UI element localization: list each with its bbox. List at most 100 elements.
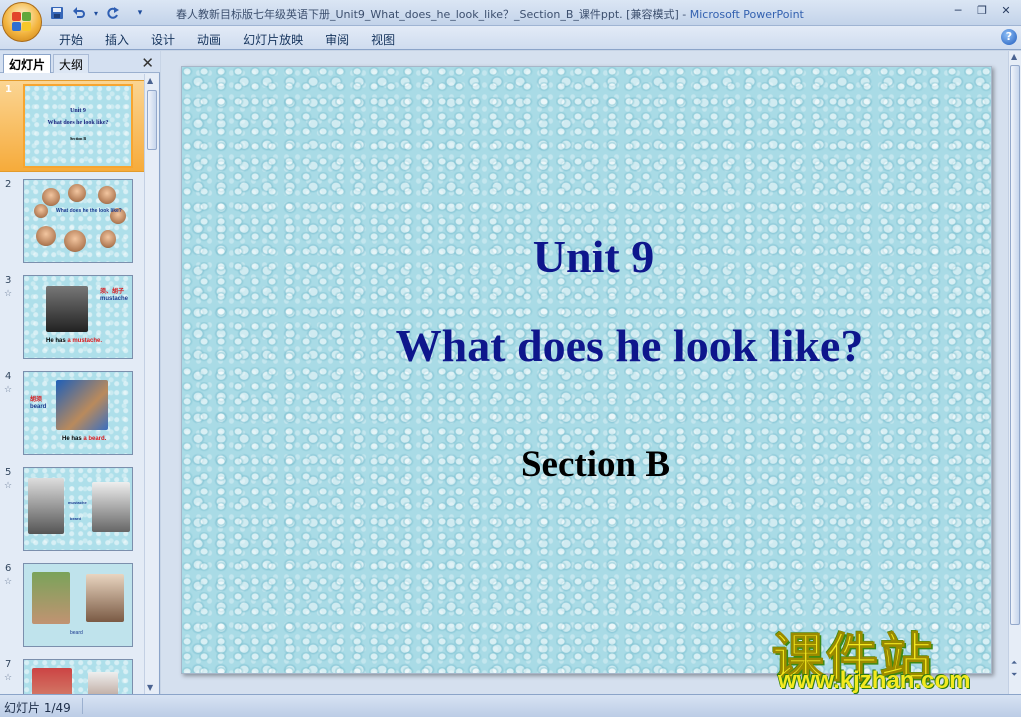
document-name: 春人教新目标版七年级英语下册_Unit9_What_does_he_look_l…: [176, 8, 679, 21]
photo: [28, 478, 64, 534]
status-bar: 幻灯片 1/49: [0, 694, 1021, 717]
photo: [92, 482, 130, 532]
close-icon[interactable]: ✕: [995, 4, 1017, 20]
thumb-label-a: mustache: [68, 500, 87, 505]
ribbon-tab-strip: 开始 插入 设计 动画 幻灯片放映 审阅 视图: [48, 30, 406, 49]
slide-canvas[interactable]: Unit 9 What does he look like? Section B: [181, 66, 992, 674]
animation-star-icon: ☆: [4, 289, 13, 299]
slide-thumbnail-list: 1 Unit 9 What does he look like? Section…: [0, 74, 144, 694]
window-title: 春人教新目标版七年级英语下册_Unit9_What_does_he_look_l…: [176, 6, 804, 22]
restore-icon[interactable]: ❐: [971, 4, 993, 20]
office-button[interactable]: [2, 2, 42, 42]
thumb-label-cn: 须、胡子: [100, 289, 125, 295]
redo-icon[interactable]: [104, 5, 122, 22]
slide-thumbnail-1[interactable]: 1 Unit 9 What does he look like? Section…: [0, 80, 144, 172]
editor-scrollbar[interactable]: ▲ ⏶ ⏷: [1008, 51, 1021, 694]
thumb-question: What does he look like?: [47, 120, 109, 126]
slide-thumbnail-5[interactable]: 5 ☆ mustache beard: [0, 464, 144, 556]
thumb-label-b: beard: [70, 516, 81, 521]
tab-insert[interactable]: 插入: [94, 30, 140, 49]
slide-title[interactable]: Unit 9: [182, 230, 991, 283]
thumb-label-en: mustache: [100, 296, 129, 302]
office-logo-icon: [12, 12, 32, 32]
face-photo: [42, 188, 60, 206]
thumb-label-en: beard: [30, 404, 47, 410]
photo: [86, 574, 124, 622]
thumbnail-image: beard: [23, 563, 133, 647]
tab-outline[interactable]: 大纲: [53, 54, 90, 73]
watermark-url: www.kjzhan.com: [778, 667, 971, 694]
slide-thumbnail-3[interactable]: 3 ☆ 须、胡子 mustache He has a mustache.: [0, 272, 144, 364]
thumb-caption: He has a mustache.: [46, 338, 102, 344]
photo: [46, 286, 88, 332]
thumb-caption: beard: [70, 630, 83, 636]
face-photo: [98, 186, 116, 204]
tab-animations[interactable]: 动画: [186, 30, 232, 49]
thumbnail-image: 须、胡子 mustache He has a mustache.: [23, 275, 133, 359]
thumb-label-cn: 胡须: [30, 397, 43, 403]
tab-home[interactable]: 开始: [48, 30, 94, 49]
slide-editor: Unit 9 What does he look like? Section B: [161, 51, 1008, 694]
scroll-up-icon[interactable]: ▲: [1011, 52, 1017, 61]
face-photo: [34, 204, 48, 218]
tab-view[interactable]: 视图: [360, 30, 406, 49]
slides-panel: 幻灯片 大纲 ✕ 1 Unit 9 What does he look like…: [0, 51, 160, 694]
animation-star-icon: ☆: [4, 577, 13, 587]
undo-icon[interactable]: [70, 5, 88, 22]
slide-number: 5: [5, 467, 12, 478]
thumb-section: Section B: [69, 136, 87, 141]
slide-counter: 幻灯片 1/49: [4, 701, 71, 715]
status-divider: [82, 698, 83, 714]
caption-highlight: a mustache.: [67, 338, 103, 344]
slide-number: 7: [5, 659, 12, 670]
caption-text: He has: [46, 338, 68, 344]
thumb-title: Unit 9: [70, 108, 86, 114]
panel-tab-strip: 幻灯片 大纲 ✕: [0, 51, 160, 73]
thumb-question: What does he the look like?: [56, 208, 122, 214]
thumbnail-image: mustache beard: [23, 467, 133, 551]
title-separator: -: [678, 8, 690, 21]
slide-thumbnail-7[interactable]: 7 ☆: [0, 656, 144, 694]
thumbnail-scrollbar[interactable]: ▲ ▼: [144, 74, 158, 694]
slide-section[interactable]: Section B: [182, 443, 991, 486]
scroll-down-icon[interactable]: ▼: [147, 683, 153, 692]
thumbnail-image: [23, 659, 133, 694]
previous-slide-icon[interactable]: ⏶: [1011, 658, 1017, 668]
save-icon[interactable]: [48, 5, 66, 22]
app-name: Microsoft PowerPoint: [689, 8, 804, 21]
thumb-caption: He has a beard.: [62, 436, 106, 442]
slide-number: 6: [5, 563, 12, 574]
photo: [32, 572, 70, 624]
caption-text: He has: [62, 436, 84, 442]
quick-access-toolbar: ▾ ▾: [48, 4, 146, 22]
scroll-thumb[interactable]: [1010, 65, 1020, 625]
tab-slideshow[interactable]: 幻灯片放映: [232, 30, 314, 49]
close-panel-icon[interactable]: ✕: [141, 54, 154, 72]
slide-question[interactable]: What does he look like?: [182, 319, 991, 372]
slide-thumbnail-6[interactable]: 6 ☆ beard: [0, 560, 144, 652]
scroll-thumb[interactable]: [147, 90, 157, 150]
tab-slides[interactable]: 幻灯片: [3, 54, 52, 73]
animation-star-icon: ☆: [4, 673, 13, 683]
slide-thumbnail-2[interactable]: 2 What does he the look like?: [0, 176, 144, 268]
minimize-icon[interactable]: ─: [947, 4, 969, 20]
photo: [32, 668, 72, 694]
customize-toolbar-icon[interactable]: ▾: [134, 5, 146, 22]
thumbnail-image: Unit 9 What does he look like? Section B: [23, 84, 133, 168]
caption-highlight: a beard.: [83, 436, 107, 442]
slide-number: 2: [5, 179, 12, 190]
ribbon: 开始 插入 设计 动画 幻灯片放映 审阅 视图 ?: [0, 26, 1021, 50]
next-slide-icon[interactable]: ⏷: [1011, 670, 1017, 680]
animation-star-icon: ☆: [4, 385, 13, 395]
slide-number: 1: [5, 84, 12, 95]
face-photo: [36, 226, 56, 246]
tab-design[interactable]: 设计: [140, 30, 186, 49]
photo: [56, 380, 108, 430]
tab-review[interactable]: 审阅: [314, 30, 360, 49]
scroll-up-icon[interactable]: ▲: [147, 76, 153, 85]
photo: [88, 672, 118, 694]
slide-thumbnail-4[interactable]: 4 ☆ 胡须 beard He has a beard.: [0, 368, 144, 460]
slide-number: 4: [5, 371, 12, 382]
undo-dropdown-icon[interactable]: ▾: [92, 5, 100, 22]
help-icon[interactable]: ?: [1001, 29, 1017, 45]
